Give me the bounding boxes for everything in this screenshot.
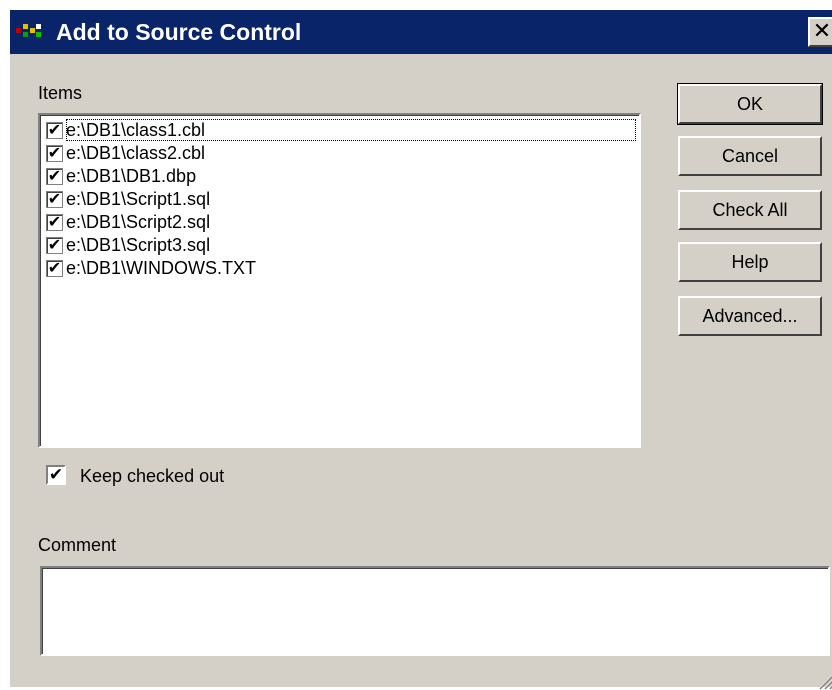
item-checkbox[interactable]: ✔ (46, 145, 63, 162)
list-item[interactable]: ✔ e:\DB1\Script3.sql (44, 234, 634, 257)
comment-label: Comment (38, 535, 117, 555)
cancel-button[interactable]: Cancel (678, 136, 822, 176)
close-icon: ✕ (812, 18, 832, 43)
list-item[interactable]: ✔ e:\DB1\Script1.sql (44, 188, 634, 211)
title-bar[interactable]: Add to Source Control ✕ (10, 10, 832, 54)
item-checkbox[interactable]: ✔ (46, 260, 63, 277)
keep-checked-out-checkbox[interactable]: ✔ (46, 465, 66, 485)
help-button[interactable]: Help (678, 242, 822, 282)
items-label: Items (38, 82, 82, 104)
resize-grip-icon[interactable] (816, 672, 832, 690)
list-item[interactable]: ✔ e:\DB1\Script2.sql (44, 211, 634, 234)
add-to-source-control-dialog: Add to Source Control ✕ Items ✔ e:\DB1\cl… (8, 8, 832, 690)
advanced-button[interactable]: Advanced... (678, 296, 822, 336)
items-label-text: Items (38, 83, 83, 103)
ok-button[interactable]: OK (677, 83, 823, 125)
list-item[interactable]: ✔ e:\DB1\WINDOWS.TXT (44, 257, 634, 280)
list-item[interactable]: ✔ e:\DB1\class2.cbl (44, 142, 634, 165)
items-listbox[interactable]: ✔ e:\DB1\class1.cbl ✔ e:\DB1\class2.cbl ✔ e:\… (38, 113, 641, 448)
item-path: e:\DB1\Script3.sql (66, 235, 211, 255)
focus-rectangle (66, 119, 636, 141)
item-checkbox[interactable]: ✔ (46, 191, 63, 208)
check-all-button[interactable]: Check All (678, 190, 822, 230)
item-path: e:\DB1\Script1.sql (66, 189, 211, 209)
close-button[interactable]: ✕ (808, 17, 832, 47)
item-checkbox[interactable]: ✔ (46, 168, 63, 185)
checkmark-icon: ✔ (48, 465, 64, 484)
comment-textarea[interactable] (40, 566, 830, 656)
item-checkbox[interactable]: ✔ (46, 122, 63, 139)
dialog-title: Add to Source Control (56, 19, 302, 45)
item-path: e:\DB1\DB1.dbp (66, 166, 197, 186)
item-path: e:\DB1\class2.cbl (66, 143, 206, 163)
keep-checked-out-label[interactable]: Keep checked out (80, 465, 224, 487)
item-checkbox[interactable]: ✔ (46, 237, 63, 254)
item-checkbox[interactable]: ✔ (46, 214, 63, 231)
list-item[interactable]: ✔ e:\DB1\DB1.dbp (44, 165, 634, 188)
list-item[interactable]: ✔ e:\DB1\class1.cbl (44, 119, 636, 142)
item-path: e:\DB1\WINDOWS.TXT (66, 258, 257, 278)
source-control-app-icon (16, 24, 41, 37)
item-path: e:\DB1\Script2.sql (66, 212, 211, 232)
